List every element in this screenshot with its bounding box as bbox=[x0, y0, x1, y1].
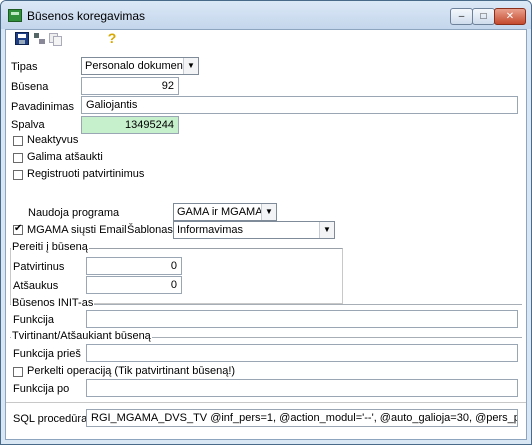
chevron-down-icon[interactable]: ▼ bbox=[183, 58, 198, 74]
mgama-email-checkbox[interactable] bbox=[13, 223, 23, 235]
sql-label: SQL procedūra bbox=[13, 413, 88, 425]
funkcija-pries-field[interactable] bbox=[86, 344, 518, 362]
tipas-select[interactable]: Personalo dokumentai ▼ bbox=[81, 57, 199, 75]
sablonas-label: Šablonas bbox=[127, 224, 173, 236]
atsaukus-field[interactable]: 0 bbox=[86, 276, 182, 294]
spalva-label: Spalva bbox=[11, 119, 45, 131]
naudoja-programa-select[interactable]: GAMA ir MGAMA ▼ bbox=[173, 203, 277, 221]
minimize-button[interactable]: – bbox=[450, 8, 473, 25]
tvirtinant-group-title: Tvirtinant/Atšaukiant būseną bbox=[11, 330, 152, 342]
funkcija-field[interactable] bbox=[86, 310, 518, 328]
registruoti-label: Registruoti patvirtinimus bbox=[27, 168, 145, 180]
sablonas-select[interactable]: Informavimas ▼ bbox=[173, 221, 335, 239]
busena-field[interactable]: 92 bbox=[81, 77, 179, 95]
sql-separator bbox=[6, 402, 526, 403]
patvirtinus-label: Patvirtinus bbox=[13, 261, 65, 273]
funkcija-po-field[interactable] bbox=[86, 379, 518, 397]
window-title: Būsenos koregavimas bbox=[27, 9, 146, 23]
pavadinimas-field[interactable]: Galiojantis bbox=[81, 96, 518, 114]
maximize-button[interactable]: □ bbox=[472, 8, 495, 25]
help-icon[interactable]: ? bbox=[105, 31, 119, 45]
pavadinimas-label: Pavadinimas bbox=[11, 101, 74, 113]
neaktyvus-label: Neaktyvus bbox=[27, 134, 79, 146]
galima-atsaukti-checkbox[interactable] bbox=[13, 153, 23, 163]
title-bar[interactable]: Būsenos koregavimas – □ ✕ bbox=[1, 1, 531, 29]
dialog-body: ? Tipas Personalo dokumentai ▼ Būsena 92… bbox=[5, 29, 527, 440]
close-button[interactable]: ✕ bbox=[494, 8, 526, 25]
funkcija-po-label: Funkcija po bbox=[13, 383, 70, 395]
copy-icon[interactable] bbox=[48, 32, 62, 46]
naudoja-programa-value: GAMA ir MGAMA bbox=[177, 206, 263, 218]
app-icon bbox=[8, 9, 22, 22]
patvirtinus-field[interactable]: 0 bbox=[86, 257, 182, 275]
init-group-title: Būsenos INIT-as bbox=[11, 297, 95, 309]
sablonas-value: Informavimas bbox=[177, 224, 244, 236]
galima-atsaukti-label: Galima atšaukti bbox=[27, 151, 103, 163]
mgama-email-label: MGAMA siųsti Email bbox=[27, 224, 127, 236]
spalva-field[interactable]: 13495244 bbox=[81, 116, 179, 134]
dialog-window: Būsenos koregavimas – □ ✕ ? Tipas Person… bbox=[0, 0, 532, 445]
busena-label: Būsena bbox=[11, 81, 49, 93]
naudoja-programa-label: Naudoja programa bbox=[28, 207, 120, 219]
toolbar: ? bbox=[6, 30, 526, 48]
tree-structure-icon[interactable] bbox=[33, 32, 47, 45]
funkcija-pries-label: Funkcija prieš bbox=[13, 348, 81, 360]
save-icon[interactable] bbox=[15, 32, 29, 45]
registruoti-checkbox[interactable] bbox=[13, 170, 23, 180]
sql-field[interactable]: RGI_MGAMA_DVS_TV @inf_pers=1, @action_mo… bbox=[86, 409, 518, 427]
funkcija-label: Funkcija bbox=[13, 314, 54, 326]
atsaukus-label: Atšaukus bbox=[13, 280, 59, 292]
chevron-down-icon[interactable]: ▼ bbox=[261, 204, 276, 220]
chevron-down-icon[interactable]: ▼ bbox=[319, 222, 334, 238]
neaktyvus-checkbox[interactable] bbox=[13, 136, 23, 146]
tipas-label: Tipas bbox=[11, 61, 38, 73]
perkelti-checkbox[interactable] bbox=[13, 367, 23, 377]
perkelti-label: Perkelti operaciją (Tik patvirtinant būs… bbox=[27, 365, 236, 377]
pereiti-group-title: Pereiti į būseną bbox=[11, 241, 89, 253]
tipas-value: Personalo dokumentai bbox=[85, 60, 195, 72]
